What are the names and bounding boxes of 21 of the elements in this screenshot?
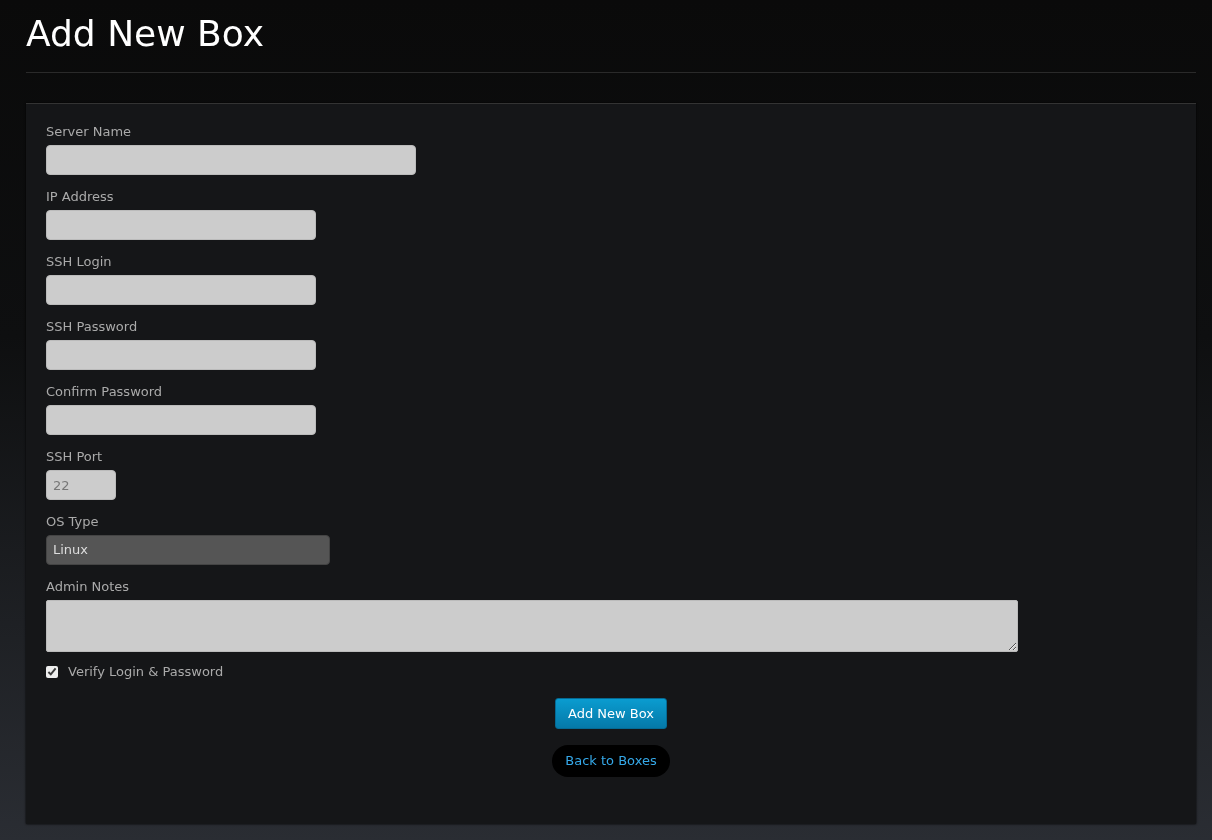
input-field[interactable]: 22 — [46, 470, 116, 500]
input-field[interactable] — [46, 340, 316, 370]
input-field[interactable] — [46, 145, 416, 175]
select-field[interactable]: Linux — [46, 535, 330, 565]
field-label: IP Address — [46, 189, 115, 205]
text-area[interactable] — [46, 600, 1018, 652]
input-field[interactable] — [46, 405, 316, 435]
input-field[interactable] — [46, 210, 316, 240]
submit-button[interactable]: Add New Box — [555, 697, 667, 729]
field-label: Admin Notes — [46, 579, 131, 595]
field-label: Confirm Password — [46, 384, 164, 400]
checkbox[interactable] — [46, 665, 58, 678]
back-link[interactable]: Back to Boxes — [552, 745, 670, 777]
field-label: Server Name — [46, 124, 133, 140]
field-label: SSH Port — [46, 449, 104, 465]
field-label: SSH Login — [46, 254, 113, 270]
checkbox-label: Verify Login & Password — [68, 663, 224, 681]
field-label: SSH Password — [46, 319, 139, 335]
input-field[interactable] — [46, 275, 316, 305]
page-title: Add New Box — [26, 12, 266, 56]
field-label: OS Type — [46, 514, 100, 530]
